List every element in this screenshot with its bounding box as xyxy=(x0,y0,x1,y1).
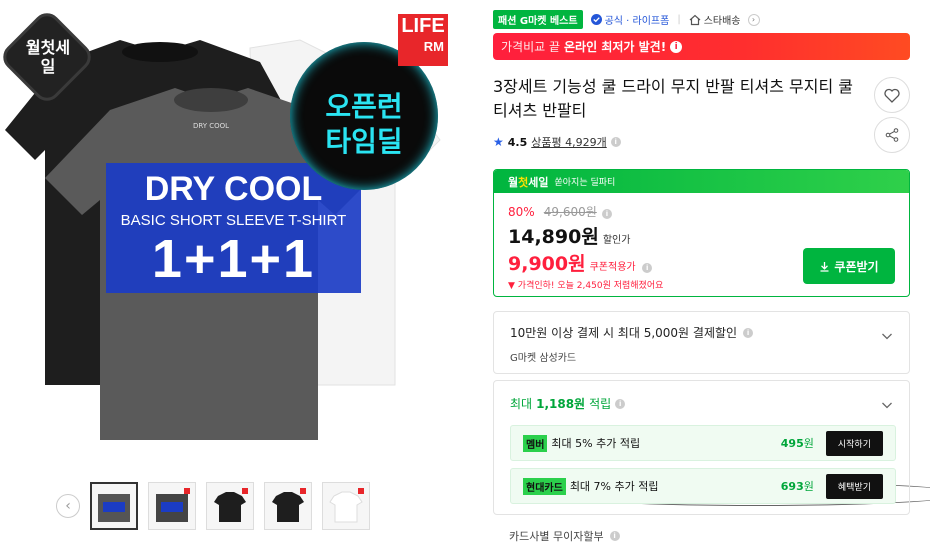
thumbnail-3-image xyxy=(214,488,248,522)
download-icon xyxy=(820,261,829,272)
payment-discount-box[interactable]: 10만원 이상 결제 시 최대 5,000원 결제할인 i G마켓 삼성카드 xyxy=(493,311,910,374)
thumbnail-2-image xyxy=(156,488,190,522)
product-main-image[interactable]: DRY COOL DRY COOL BASIC SHORT SLEEVE T-S… xyxy=(0,0,480,460)
points-row-desc: 최대 5% 추가 적립 xyxy=(551,437,641,450)
thumbnail-5-image xyxy=(329,488,364,523)
points-row-desc: 최대 7% 추가 적립 xyxy=(569,480,659,493)
info-icon[interactable]: i xyxy=(743,327,754,338)
heart-icon xyxy=(884,88,900,103)
points-box: 최대 1,188원 적립 i 멤버 최대 5% 추가 적립 495원 시작하기 … xyxy=(493,380,910,515)
thumbnail-3[interactable] xyxy=(206,482,254,530)
badge-divider: | xyxy=(677,14,681,25)
info-icon[interactable]: i xyxy=(642,263,653,273)
chevron-right-icon: › xyxy=(747,13,760,26)
payment-discount-text: 10만원 이상 결제 시 최대 5,000원 결제할인 xyxy=(510,326,738,340)
info-icon[interactable]: i xyxy=(601,209,612,219)
rating-score: 4.5 xyxy=(507,135,528,149)
chevron-down-icon[interactable] xyxy=(881,330,893,342)
share-icon xyxy=(885,128,899,142)
sale-price: 14,890원 할인가 xyxy=(508,222,895,249)
coupon-price-label: 쿠폰적용가 xyxy=(589,262,636,273)
shirt-print-text: DRY COOL xyxy=(193,122,229,130)
payment-discount-line: 10만원 이상 결제 시 최대 5,000원 결제할인 i xyxy=(510,324,893,341)
chevron-down-icon[interactable] xyxy=(881,399,893,411)
deal-header: 월 첫 세일 쏟아지는 딜파티 xyxy=(494,170,909,193)
points-header[interactable]: 최대 1,188원 적립 i xyxy=(510,395,893,412)
thumbnail-1-image xyxy=(98,494,130,522)
thumbnail-1[interactable] xyxy=(90,482,138,530)
original-price: 49,600원 xyxy=(543,205,597,219)
points-row-card: 현대카드 최대 7% 추가 적립 693원 혜택받기 xyxy=(510,468,896,504)
deal-header-w: 월 xyxy=(508,175,519,189)
brand-corner-logo: LIFE RM xyxy=(398,14,448,66)
wishlist-button[interactable] xyxy=(874,77,910,113)
deal-box: 월 첫 세일 쏟아지는 딜파티 80% 49,600원 i 14,890원 할인가 9… xyxy=(493,169,910,297)
hero-banner-subtitle: BASIC SHORT SLEEVE T-SHIRT xyxy=(120,212,347,229)
points-row-amount-value: 495 xyxy=(780,437,804,450)
info-icon[interactable]: i xyxy=(610,137,621,147)
price-banner-headline: 온라인 최저가 발견! xyxy=(564,40,667,54)
price-banner-prefix: 가격비교 끝 xyxy=(501,40,561,54)
price-drop-icon: ▼ xyxy=(508,281,515,291)
discount-rate: 80% xyxy=(508,205,535,219)
points-row-tag: 현대카드 xyxy=(523,477,566,495)
lowest-price-banner[interactable]: 가격비교 끝 온라인 최저가 발견! i xyxy=(493,33,910,60)
points-row-amount: 495원 xyxy=(781,435,814,451)
thumbnail-4-image xyxy=(272,488,306,522)
deal-header-y: 첫 xyxy=(518,175,529,189)
thumbnail-4[interactable] xyxy=(264,482,312,530)
info-icon[interactable]: i xyxy=(609,531,620,541)
points-header-suffix: 적립 xyxy=(589,397,612,411)
sale-price-value: 14,890원 xyxy=(508,226,599,248)
review-count-link[interactable]: 상품평 4,929개 xyxy=(531,134,606,150)
official-badge-label: 공식 · 라이프폼 xyxy=(604,16,670,27)
official-badge[interactable]: 공식 · 라이프폼 xyxy=(590,12,670,27)
card-installment-text: 카드사별 무이자할부 xyxy=(509,530,604,543)
thumb-prev-button[interactable]: ‹ xyxy=(56,494,80,518)
info-icon[interactable]: i xyxy=(615,398,626,409)
get-coupon-button[interactable]: 쿠폰받기 xyxy=(803,248,895,284)
coupon-price-value: 9,900원 xyxy=(508,253,586,275)
points-row-amount-unit: 원 xyxy=(803,480,814,493)
product-title: 3장세트 기능성 쿨 드라이 무지 반팔 티셔츠 무지티 쿨 티셔츠 반팔티 xyxy=(493,77,853,120)
thumbnail-2[interactable] xyxy=(148,482,196,530)
price-drop-text: 가격인하! 오늘 2,450원 저렴해졌어요 xyxy=(517,281,664,291)
thumbnail-strip: ‹ › xyxy=(56,482,930,530)
store-link-label: 스타배송 xyxy=(703,16,741,27)
payment-card-name: G마켓 삼성카드 xyxy=(510,353,577,364)
rating-row: ★ 4.5 상품평 4,929개 i xyxy=(493,134,621,150)
deal-header-rest: 세일 xyxy=(528,175,549,189)
get-coupon-label: 쿠폰받기 xyxy=(834,259,879,274)
time-deal-line2: 타임딜 xyxy=(325,125,403,158)
store-link[interactable]: 스타배송 › xyxy=(689,12,760,27)
points-header-amount: 1,188원 xyxy=(536,397,586,411)
points-header-prefix: 최대 xyxy=(510,397,533,411)
brand-corner-bottom: RM xyxy=(423,39,444,54)
points-row-member: 멤버 최대 5% 추가 적립 495원 시작하기 xyxy=(510,425,896,461)
deal-body: 80% 49,600원 i 14,890원 할인가 9,900원 쿠폰적용가 i ▼… xyxy=(494,193,909,296)
points-row-amount: 693원 xyxy=(781,478,814,494)
time-deal-line1: 오픈런 xyxy=(325,90,403,123)
points-row-amount-unit: 원 xyxy=(803,437,814,450)
info-icon[interactable]: i xyxy=(670,40,683,53)
badge-row: 패션 G마켓 베스트 공식 · 라이프폼 | 스타배송 › xyxy=(493,10,760,29)
get-benefit-button[interactable]: 혜택받기 xyxy=(825,473,883,499)
points-row-tag: 멤버 xyxy=(523,434,548,452)
start-membership-button[interactable]: 시작하기 xyxy=(825,430,883,456)
sale-price-label: 할인가 xyxy=(602,235,631,246)
hero-banner-deal: 1+1+1 xyxy=(151,229,316,289)
best-badge[interactable]: 패션 G마켓 베스트 xyxy=(493,10,583,29)
brand-corner-top: LIFE xyxy=(401,15,445,37)
star-icon: ★ xyxy=(493,135,504,149)
deal-header-sub: 쏟아지는 딜파티 xyxy=(554,178,616,188)
thumbnail-5[interactable] xyxy=(322,482,370,530)
monthly-sale-badge-text: 월첫세일 xyxy=(25,38,71,76)
home-icon xyxy=(689,14,701,25)
verified-icon xyxy=(590,14,602,25)
points-row-amount-value: 693 xyxy=(780,480,804,493)
share-button[interactable] xyxy=(874,117,910,153)
card-installment-row[interactable]: 카드사별 무이자할부 i xyxy=(509,528,620,544)
